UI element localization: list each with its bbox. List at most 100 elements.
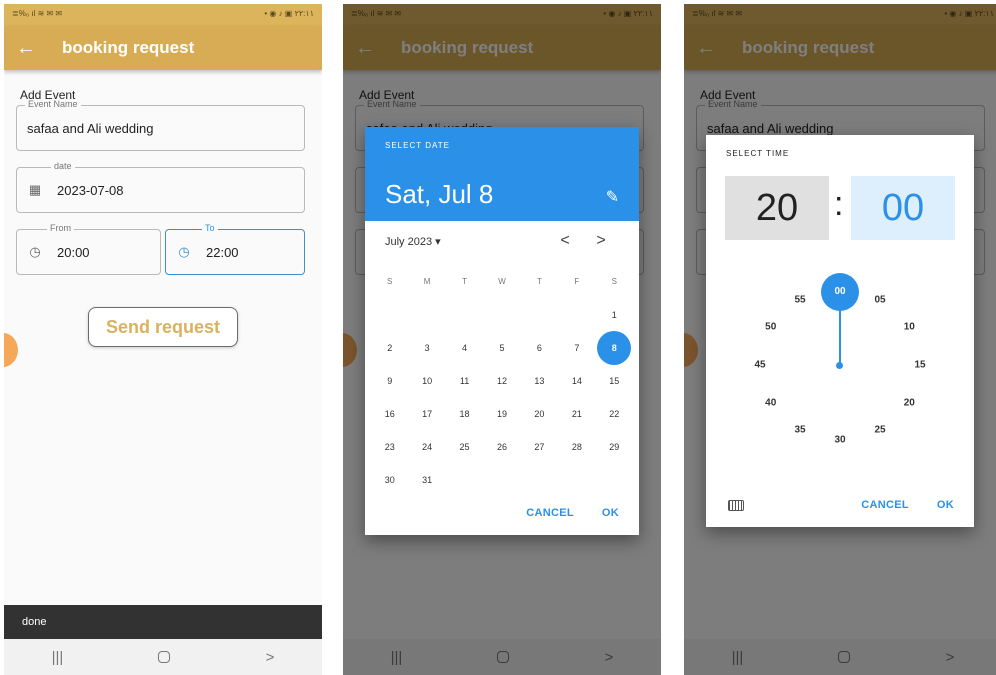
weekday-header: S bbox=[611, 277, 617, 286]
recent-apps-icon[interactable]: ||| bbox=[52, 649, 64, 666]
day-cell[interactable]: 6 bbox=[521, 331, 558, 364]
calendar-grid: S M T W T F S 1 2 3 4 5 6 7 8 9 10 11 12 13 14 15 16 17 18 19 20 21… bbox=[371, 265, 633, 496]
snackbar-text: done bbox=[22, 616, 47, 628]
date-field[interactable]: date ▦ 2023-07-08 bbox=[16, 161, 305, 213]
previous-month-button[interactable]: < bbox=[547, 232, 583, 250]
month-year-selector[interactable]: July 2023 ▾ bbox=[385, 235, 547, 248]
back-icon[interactable]: > bbox=[266, 649, 275, 666]
phone-date-picker: ≣%₀ ıl ≋ ✉ ✉ • ◉ ♪ ▣ ۲۲:۱۱ ← booking req… bbox=[343, 4, 661, 675]
clock-minute-label[interactable]: 05 bbox=[874, 294, 885, 305]
day-cell-selected[interactable]: 8 bbox=[596, 330, 633, 365]
ok-button[interactable]: OK bbox=[929, 493, 962, 517]
day-cell[interactable]: 21 bbox=[558, 397, 595, 430]
date-legend: date bbox=[51, 161, 75, 171]
phone-time-picker: ≣%₀ ıl ≋ ✉ ✉ • ◉ ♪ ▣ ۲۲:۱۱ ← booking req… bbox=[684, 4, 996, 675]
clock-minute-label[interactable]: 35 bbox=[794, 425, 805, 436]
select-date-label: SELECT DATE bbox=[385, 141, 450, 150]
day-cell[interactable]: 12 bbox=[483, 364, 520, 397]
status-right: • ◉ ♪ ▣ ۲۲:۱۱ bbox=[264, 9, 314, 18]
day-cell[interactable]: 28 bbox=[558, 430, 595, 463]
clock-selected-minute[interactable]: 00 bbox=[821, 272, 859, 311]
day-cell[interactable]: 29 bbox=[596, 430, 633, 463]
day-cell[interactable]: 30 bbox=[371, 463, 408, 496]
empty-day-cell bbox=[521, 298, 558, 331]
empty-day-cell bbox=[408, 298, 445, 331]
clock-minute-label[interactable]: 30 bbox=[834, 435, 845, 446]
day-cell[interactable]: 5 bbox=[483, 331, 520, 364]
day-cell[interactable]: 13 bbox=[521, 364, 558, 397]
to-value: 22:00 bbox=[206, 244, 239, 260]
empty-day-cell bbox=[371, 298, 408, 331]
clock-minute-label[interactable]: 55 bbox=[794, 294, 805, 305]
day-cell[interactable]: 2 bbox=[371, 331, 408, 364]
day-cell[interactable]: 24 bbox=[408, 430, 445, 463]
to-time-field[interactable]: To ◷ 22:00 bbox=[165, 223, 305, 275]
clock-minute-label[interactable]: 50 bbox=[765, 322, 776, 333]
day-cell[interactable]: 3 bbox=[408, 331, 445, 364]
page-title: booking request bbox=[62, 38, 195, 57]
selected-date-text: Sat, Jul 8 bbox=[385, 179, 494, 209]
day-cell[interactable]: 25 bbox=[446, 430, 483, 463]
cancel-button[interactable]: CANCEL bbox=[853, 493, 917, 517]
clock-minute-label[interactable]: 45 bbox=[754, 360, 765, 371]
dialog-actions: CANCEL OK bbox=[518, 501, 627, 525]
send-request-button[interactable]: Send request bbox=[88, 307, 238, 347]
day-cell[interactable]: 15 bbox=[596, 364, 633, 397]
snackbar: done bbox=[4, 605, 322, 639]
clock-minute-label[interactable]: 25 bbox=[874, 425, 885, 436]
clock-icon: ◷ bbox=[29, 244, 41, 259]
cancel-button[interactable]: CANCEL bbox=[518, 501, 582, 525]
dialog-actions: CANCEL OK bbox=[853, 493, 962, 517]
to-legend: To bbox=[202, 223, 218, 233]
day-cell[interactable]: 14 bbox=[558, 364, 595, 397]
day-cell[interactable]: 11 bbox=[446, 364, 483, 397]
clock-minute-label[interactable]: 15 bbox=[914, 360, 925, 371]
from-legend: From bbox=[47, 223, 74, 233]
day-cell[interactable]: 31 bbox=[408, 463, 445, 496]
empty-day-cell bbox=[558, 298, 595, 331]
selected-day: 8 bbox=[597, 330, 632, 365]
keyboard-icon[interactable] bbox=[728, 500, 744, 511]
day-cell[interactable]: 22 bbox=[596, 397, 633, 430]
month-row: July 2023 ▾ < > bbox=[365, 221, 639, 261]
date-picker-header: SELECT DATE Sat, Jul 8 ✎ bbox=[365, 127, 639, 221]
clock-pivot bbox=[836, 362, 843, 369]
date-value: 2023-07-08 bbox=[57, 182, 124, 198]
day-cell[interactable]: 20 bbox=[521, 397, 558, 430]
empty-day-cell bbox=[446, 298, 483, 331]
day-cell[interactable]: 9 bbox=[371, 364, 408, 397]
day-cell[interactable]: 23 bbox=[371, 430, 408, 463]
clock-icon: ◷ bbox=[178, 244, 190, 259]
event-name-value: safaa and Ali wedding bbox=[27, 120, 154, 136]
back-arrow-icon[interactable]: ← bbox=[4, 37, 48, 60]
weekday-header: T bbox=[462, 277, 467, 286]
day-cell[interactable]: 19 bbox=[483, 397, 520, 430]
event-name-field[interactable]: Event Name safaa and Ali wedding bbox=[16, 99, 305, 151]
floating-bubble[interactable] bbox=[4, 333, 18, 367]
day-cell[interactable]: 17 bbox=[408, 397, 445, 430]
time-picker-dialog: SELECT TIME 20 : 00 00 05 10 15 20 25 30 35 40 45… bbox=[706, 135, 974, 527]
clock-minute-label[interactable]: 40 bbox=[765, 397, 776, 408]
day-cell[interactable]: 16 bbox=[371, 397, 408, 430]
weekday-header: T bbox=[536, 277, 542, 286]
day-cell[interactable]: 7 bbox=[558, 331, 595, 364]
clock-minute-label[interactable]: 20 bbox=[904, 397, 915, 408]
form-content: Add Event Event Name safaa and Ali weddi… bbox=[4, 70, 322, 639]
ok-button[interactable]: OK bbox=[594, 501, 627, 525]
weekday-header: M bbox=[423, 277, 431, 286]
date-picker-dialog: SELECT DATE Sat, Jul 8 ✎ July 2023 ▾ < >… bbox=[365, 127, 639, 535]
day-cell[interactable]: 18 bbox=[446, 397, 483, 430]
from-time-field[interactable]: From ◷ 20:00 bbox=[16, 223, 161, 275]
day-cell[interactable]: 27 bbox=[521, 430, 558, 463]
day-cell[interactable]: 10 bbox=[408, 364, 445, 397]
weekday-header: W bbox=[498, 277, 506, 286]
next-month-button[interactable]: > bbox=[583, 232, 619, 250]
phone-booking-form: ≣%₀ ıl ≋ ✉ ✉ • ◉ ♪ ▣ ۲۲:۱۱ ← booking req… bbox=[4, 4, 322, 675]
day-cell[interactable]: 26 bbox=[483, 430, 520, 463]
pencil-icon[interactable]: ✎ bbox=[606, 187, 619, 207]
day-cell[interactable]: 1 bbox=[596, 298, 633, 331]
clock-minute-label[interactable]: 10 bbox=[904, 322, 915, 333]
day-cell[interactable]: 4 bbox=[446, 331, 483, 364]
clock-dial[interactable]: 00 05 10 15 20 25 30 35 40 45 50 55 bbox=[706, 135, 974, 527]
home-icon[interactable] bbox=[158, 651, 171, 663]
